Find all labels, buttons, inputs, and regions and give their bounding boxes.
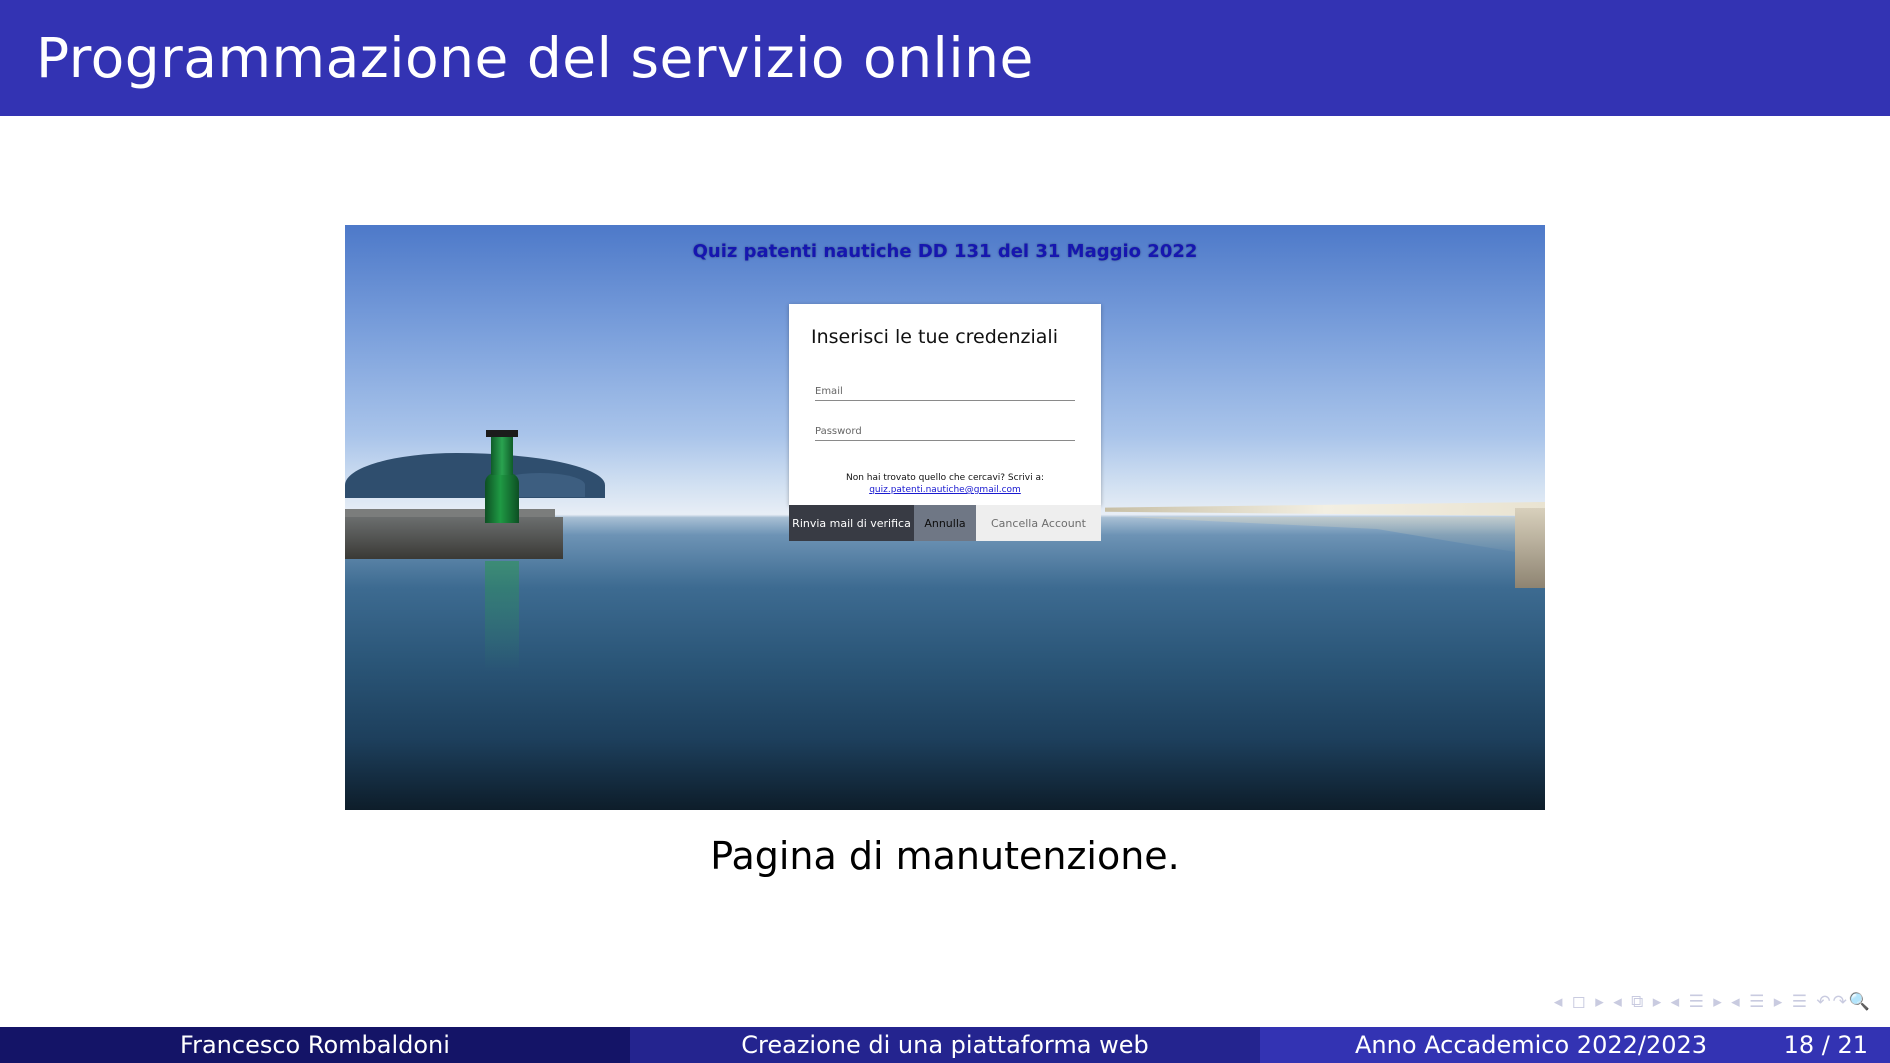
login-card-heading: Inserisci le tue credenziali: [811, 326, 1058, 348]
beamer-navigation-icons[interactable]: ◂ ◻ ▸ ◂ ⧉ ▸ ◂ ☰ ▸ ◂ ☰ ▸ ☰ ↶↷🔍: [1554, 992, 1872, 1016]
login-card-buttons: Rinvia mail di verifica Annulla Cancella…: [789, 505, 1101, 541]
slide-title-bar: Programmazione del servizio online: [0, 0, 1890, 116]
breakwater-reflection: [1125, 517, 1545, 557]
delete-account-button[interactable]: Cancella Account: [976, 505, 1101, 541]
footer-page-number: 18 / 21: [1783, 1031, 1868, 1059]
quiz-page-title: Quiz patenti nautiche DD 131 del 31 Magg…: [692, 241, 1198, 262]
help-email-link[interactable]: quiz.patenti.nautiche@gmail.com: [789, 485, 1101, 495]
lighthouse-top: [491, 435, 513, 475]
slide-title: Programmazione del servizio online: [36, 26, 1034, 90]
login-card: Inserisci le tue credenziali Non hai tro…: [789, 304, 1101, 505]
slide-footer: Francesco Rombaldoni Creazione di una pi…: [0, 1027, 1890, 1063]
pier: [345, 517, 563, 559]
breakwater-rocks: [1515, 508, 1545, 588]
breakwater: [1105, 502, 1545, 516]
email-field[interactable]: [815, 382, 1075, 401]
resend-verification-button[interactable]: Rinvia mail di verifica: [789, 505, 914, 541]
lighthouse-body: [485, 473, 519, 523]
cancel-button[interactable]: Annulla: [914, 505, 976, 541]
footer-presentation-title: Creazione di una piattaforma web: [630, 1027, 1260, 1063]
footer-right: Anno Accademico 2022/2023 18 / 21: [1260, 1027, 1890, 1063]
footer-author: Francesco Rombaldoni: [0, 1027, 630, 1063]
password-field[interactable]: [815, 422, 1075, 441]
embedded-screenshot: Quiz patenti nautiche DD 131 del 31 Magg…: [345, 225, 1545, 810]
footer-academic-year: Anno Accademico 2022/2023: [1355, 1031, 1708, 1059]
figure-caption: Pagina di manutenzione.: [710, 834, 1180, 878]
lighthouse-reflection: [485, 561, 519, 671]
lighthouse-cap: [486, 430, 518, 437]
help-text: Non hai trovato quello che cercavi? Scri…: [845, 473, 1045, 483]
